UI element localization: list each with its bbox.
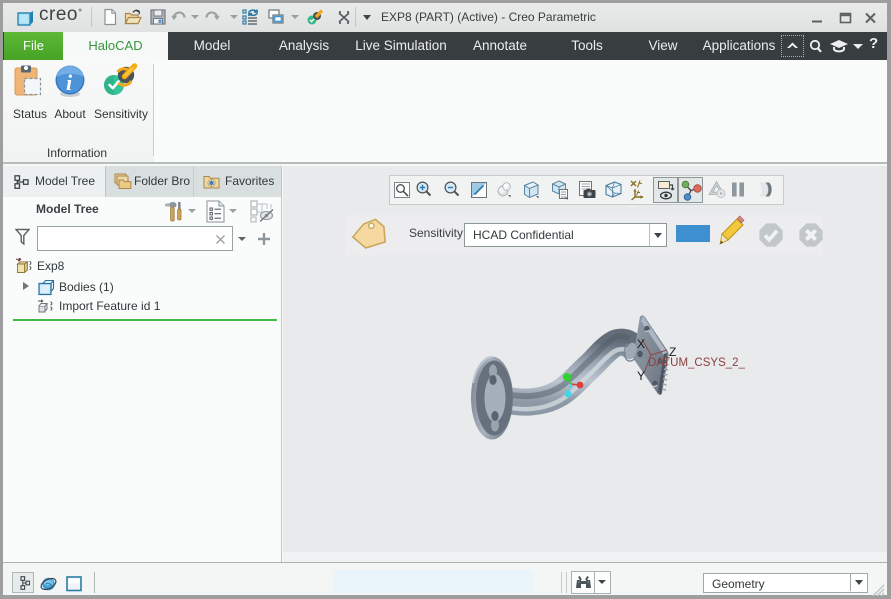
svg-text:i: i	[66, 70, 73, 95]
